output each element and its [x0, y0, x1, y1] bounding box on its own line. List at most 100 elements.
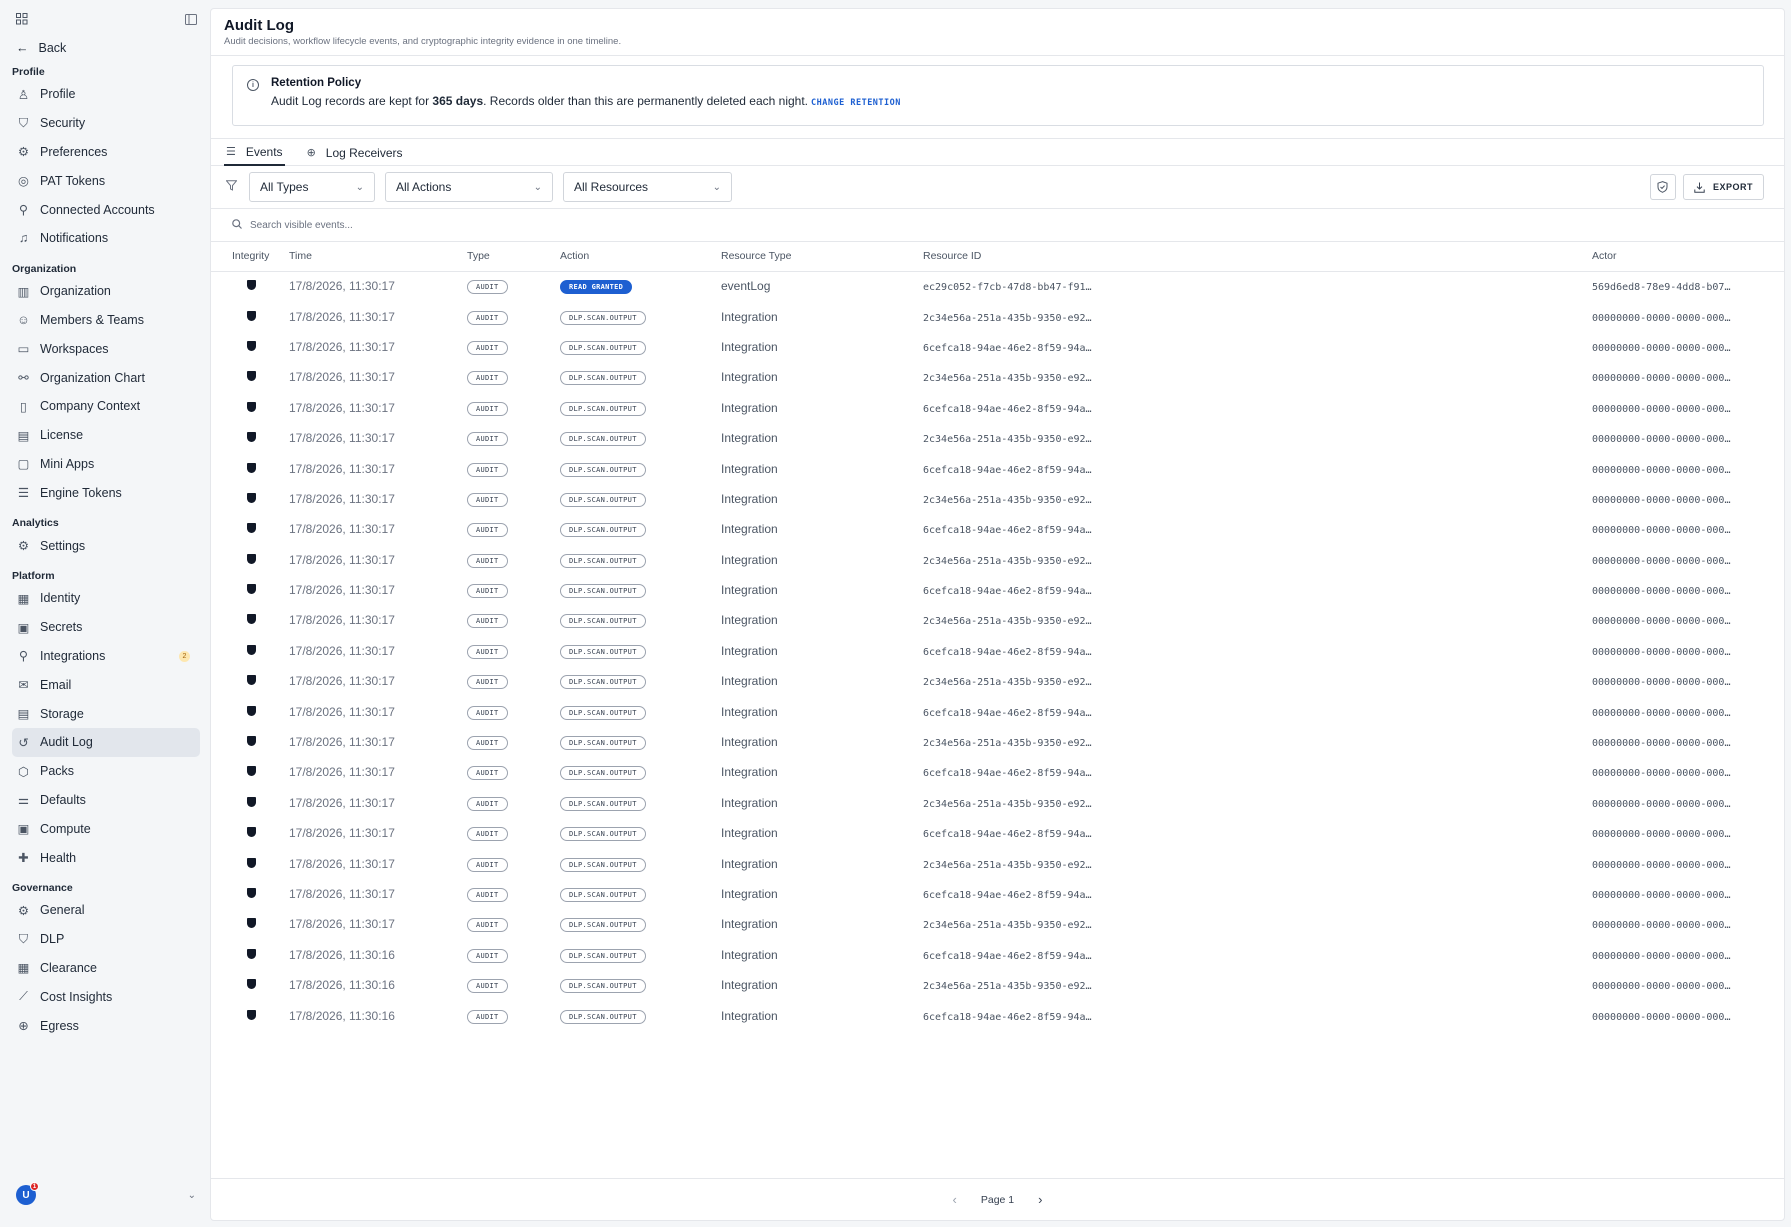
type-filter-select[interactable]: All Types ⌄	[249, 172, 375, 202]
table-row[interactable]: 17/8/2026, 11:30:16 AUDIT DLP.SCAN.OUTPUT I…	[211, 1000, 1784, 1030]
sidebar-item-defaults[interactable]: ⚌ Defaults	[12, 786, 200, 815]
download-icon	[1694, 182, 1705, 193]
sidebar-item-company-context[interactable]: ▯ Company Context	[12, 392, 200, 421]
sidebar-item-compute[interactable]: ▣ Compute	[12, 814, 200, 843]
resource-id-cell: 6cefca18-94ae-46e2-8f59-94a…	[923, 453, 1592, 483]
sidebar-item-audit-log[interactable]: ↺ Audit Log	[12, 727, 200, 757]
actor-id: 00000000-0000-0000-000…	[1592, 890, 1731, 901]
collapse-sidebar-icon[interactable]	[184, 12, 198, 26]
sidebar-item-clearance[interactable]: ▦ Clearance	[12, 954, 200, 983]
actor-id: 569d6ed8-78e9-4dd8-b07…	[1592, 282, 1731, 294]
table-row[interactable]: 17/8/2026, 11:30:16 AUDIT DLP.SCAN.OUTPUT I…	[211, 970, 1784, 1000]
sidebar-item-mini-apps[interactable]: ▢ Mini Apps	[12, 450, 200, 479]
table-row[interactable]: 17/8/2026, 11:30:17 AUDIT DLP.SCAN.OUTPUT I…	[211, 727, 1784, 757]
action-badge: DLP.SCAN.OUTPUT	[560, 888, 646, 902]
action-filter-select[interactable]: All Actions ⌄	[385, 172, 553, 202]
column-actor[interactable]: Actor	[1592, 242, 1784, 271]
table-row[interactable]: 17/8/2026, 11:30:17 AUDIT DLP.SCAN.OUTPUT I…	[211, 362, 1784, 392]
table-row[interactable]: 17/8/2026, 11:30:17 AUDIT DLP.SCAN.OUTPUT I…	[211, 301, 1784, 331]
apps-grid-icon[interactable]	[15, 12, 29, 26]
sidebar-item-notifications[interactable]: ♫ Notifications	[12, 224, 200, 253]
previous-page-button[interactable]: ‹	[953, 1192, 957, 1207]
table-row[interactable]: 17/8/2026, 11:30:17 AUDIT DLP.SCAN.OUTPUT I…	[211, 818, 1784, 848]
actor-id-cell: 00000000-0000-0000-000…	[1592, 636, 1784, 666]
table-row[interactable]: 17/8/2026, 11:30:17 AUDIT DLP.SCAN.OUTPUT I…	[211, 332, 1784, 362]
table-row[interactable]: 17/8/2026, 11:30:17 AUDIT DLP.SCAN.OUTPUT I…	[211, 636, 1784, 666]
change-retention-link[interactable]: CHANGE RETENTION	[811, 98, 901, 108]
sidebar-item-security[interactable]: ⛉ Security	[12, 109, 200, 138]
sidebar-item-dlp[interactable]: ⛉ DLP	[12, 925, 200, 954]
type-badge: AUDIT	[467, 371, 508, 386]
type-badge-cell: AUDIT	[467, 666, 560, 696]
column-resource-id[interactable]: Resource ID	[923, 242, 1592, 271]
table-row[interactable]: 17/8/2026, 11:30:17 AUDIT DLP.SCAN.OUTPUT I…	[211, 788, 1784, 818]
table-row[interactable]: 17/8/2026, 11:30:17 AUDIT DLP.SCAN.OUTPUT I…	[211, 757, 1784, 787]
table-row[interactable]: 17/8/2026, 11:30:17 AUDIT DLP.SCAN.OUTPUT I…	[211, 575, 1784, 605]
sidebar-item-general[interactable]: ⚙ General	[12, 896, 200, 925]
tab-events[interactable]: ☰ Events	[224, 139, 285, 166]
export-button[interactable]: EXPORT	[1682, 174, 1764, 200]
chevron-down-icon[interactable]: ⌄	[188, 1190, 196, 1201]
resource-type: Integration	[721, 826, 778, 841]
next-page-button[interactable]: ›	[1038, 1192, 1042, 1207]
resource-type-cell: Integration	[721, 940, 923, 970]
table-row[interactable]: 17/8/2026, 11:30:17 AUDIT DLP.SCAN.OUTPUT I…	[211, 605, 1784, 635]
actor-id: 00000000-0000-0000-000…	[1592, 403, 1731, 415]
search-input[interactable]	[250, 219, 650, 231]
sidebar-item-cost-insights[interactable]: ⟋ Cost Insights	[12, 982, 200, 1011]
column-integrity[interactable]: Integrity	[211, 242, 289, 271]
event-time-cell: 17/8/2026, 11:30:17	[289, 484, 467, 514]
column-resource-type[interactable]: Resource Type	[721, 242, 923, 271]
sidebar-item-health[interactable]: ✚ Health	[12, 843, 200, 872]
avatar[interactable]: U 1	[16, 1182, 39, 1205]
sidebar-item-integrations[interactable]: ⚲ Integrations 2	[12, 642, 200, 671]
table-row[interactable]: 17/8/2026, 11:30:17 AUDIT DLP.SCAN.OUTPUT I…	[211, 484, 1784, 514]
sidebar-item-label: Egress	[40, 1018, 79, 1033]
sidebar-item-egress[interactable]: ⊕ Egress	[12, 1011, 200, 1040]
table-row[interactable]: 17/8/2026, 11:30:17 AUDIT DLP.SCAN.OUTPUT I…	[211, 909, 1784, 939]
events-table: Integrity Time Type Action Resource Type…	[211, 242, 1784, 1031]
sidebar-item-connected-accounts[interactable]: ⚲ Connected Accounts	[12, 195, 200, 224]
resource-filter-select[interactable]: All Resources ⌄	[563, 172, 732, 202]
table-row[interactable]: 17/8/2026, 11:30:17 AUDIT DLP.SCAN.OUTPUT I…	[211, 666, 1784, 696]
table-row[interactable]: 17/8/2026, 11:30:17 AUDIT DLP.SCAN.OUTPUT I…	[211, 393, 1784, 423]
integrity-shield-icon	[247, 371, 256, 382]
sidebar-item-organization-chart[interactable]: ⚯ Organization Chart	[12, 363, 200, 392]
verify-integrity-button[interactable]	[1649, 174, 1676, 200]
sidebar-item-pat-tokens[interactable]: ◎ PAT Tokens	[12, 166, 200, 195]
sidebar-item-packs[interactable]: ⬡ Packs	[12, 757, 200, 786]
sidebar-item-workspaces[interactable]: ▭ Workspaces	[12, 334, 200, 363]
table-row[interactable]: 17/8/2026, 11:30:17 AUDIT DLP.SCAN.OUTPUT I…	[211, 545, 1784, 575]
sidebar-item-members-teams[interactable]: ☺ Members & Teams	[12, 306, 200, 335]
sidebar-item-settings[interactable]: ⚙ Settings	[12, 531, 200, 560]
table-row[interactable]: 17/8/2026, 11:30:17 AUDIT DLP.SCAN.OUTPUT I…	[211, 423, 1784, 453]
sidebar-item-engine-tokens[interactable]: ☰ Engine Tokens	[12, 478, 200, 507]
event-time: 17/8/2026, 11:30:17	[289, 431, 395, 446]
back-link[interactable]: ← Back	[12, 38, 200, 58]
column-action[interactable]: Action	[560, 242, 721, 271]
sidebar-item-organization[interactable]: ▥ Organization	[12, 277, 200, 306]
table-row[interactable]: 17/8/2026, 11:30:17 AUDIT DLP.SCAN.OUTPUT I…	[211, 848, 1784, 878]
column-time[interactable]: Time	[289, 242, 467, 271]
table-row[interactable]: 17/8/2026, 11:30:17 AUDIT DLP.SCAN.OUTPUT I…	[211, 879, 1784, 909]
sidebar-item-identity[interactable]: ▦ Identity	[12, 584, 200, 613]
resource-type-cell: Integration	[721, 970, 923, 1000]
table-row[interactable]: 17/8/2026, 11:30:17 AUDIT DLP.SCAN.OUTPUT I…	[211, 514, 1784, 544]
column-type[interactable]: Type	[467, 242, 560, 271]
sidebar-item-license[interactable]: ▤ License	[12, 421, 200, 450]
table-row[interactable]: 17/8/2026, 11:30:17 AUDIT DLP.SCAN.OUTPUT I…	[211, 696, 1784, 726]
banner-text-before: Audit Log records are kept for	[271, 94, 433, 108]
type-badge-cell: AUDIT	[467, 727, 560, 757]
tab-log-receivers[interactable]: ⊕ Log Receivers	[305, 139, 405, 166]
table-row[interactable]: 17/8/2026, 11:30:17 AUDIT READ GRANTED even…	[211, 271, 1784, 301]
table-row[interactable]: 17/8/2026, 11:30:16 AUDIT DLP.SCAN.OUTPUT I…	[211, 940, 1784, 970]
sidebar-item-email[interactable]: ✉ Email	[12, 670, 200, 699]
sidebar-item-preferences[interactable]: ⚙ Preferences	[12, 138, 200, 167]
table-row[interactable]: 17/8/2026, 11:30:17 AUDIT DLP.SCAN.OUTPUT I…	[211, 453, 1784, 483]
resource-id-cell: 2c34e56a-251a-435b-9350-e92…	[923, 727, 1592, 757]
sidebar-item-profile[interactable]: ♙ Profile	[12, 80, 200, 109]
shield-check-icon	[1657, 181, 1668, 193]
sidebar-item-secrets[interactable]: ▣ Secrets	[12, 613, 200, 642]
action-badge-cell: DLP.SCAN.OUTPUT	[560, 636, 721, 666]
sidebar-item-storage[interactable]: ▤ Storage	[12, 699, 200, 728]
